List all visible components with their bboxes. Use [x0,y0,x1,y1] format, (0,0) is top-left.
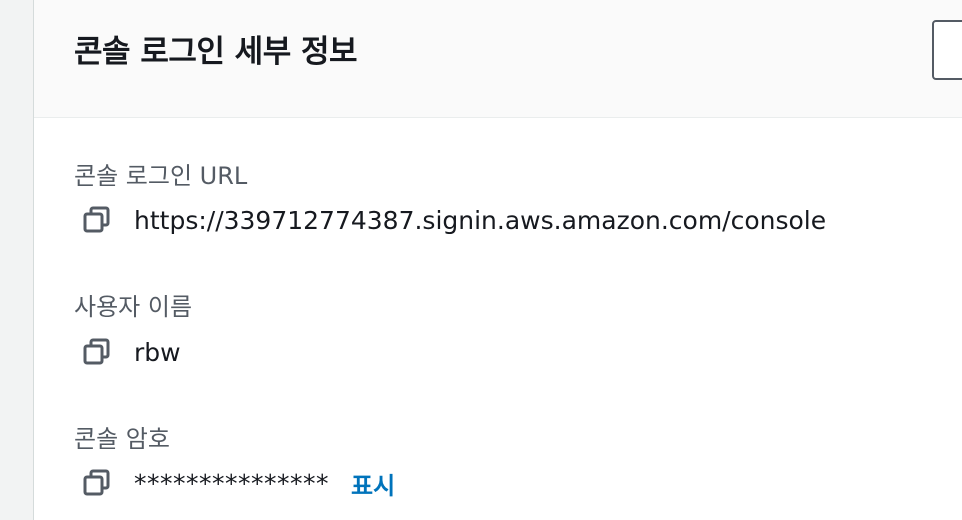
panel-title: 콘솔 로그인 세부 정보 [74,34,358,70]
left-rail [0,0,34,520]
copy-icon[interactable] [82,337,112,367]
username-value: rbw [134,337,181,367]
password-value: *************** [134,468,329,498]
signin-url-row: https://339712774387.signin.aws.amazon.c… [82,203,826,237]
console-signin-details-panel: 콘솔 로그인 세부 정보 콘솔 로그인 URL https://33971277… [34,0,962,520]
copy-icon[interactable] [82,205,112,235]
signin-url-label: 콘솔 로그인 URL [74,162,248,190]
password-row: *************** 표시 [82,466,395,500]
show-password-link[interactable]: 표시 [351,466,395,501]
panel-header: 콘솔 로그인 세부 정보 [34,0,962,118]
username-label: 사용자 이름 [74,293,193,321]
username-row: rbw [82,335,181,369]
header-action-button[interactable] [932,20,962,80]
password-label: 콘솔 암호 [74,425,170,453]
copy-icon[interactable] [82,468,112,498]
signin-url-value: https://339712774387.signin.aws.amazon.c… [134,205,827,235]
